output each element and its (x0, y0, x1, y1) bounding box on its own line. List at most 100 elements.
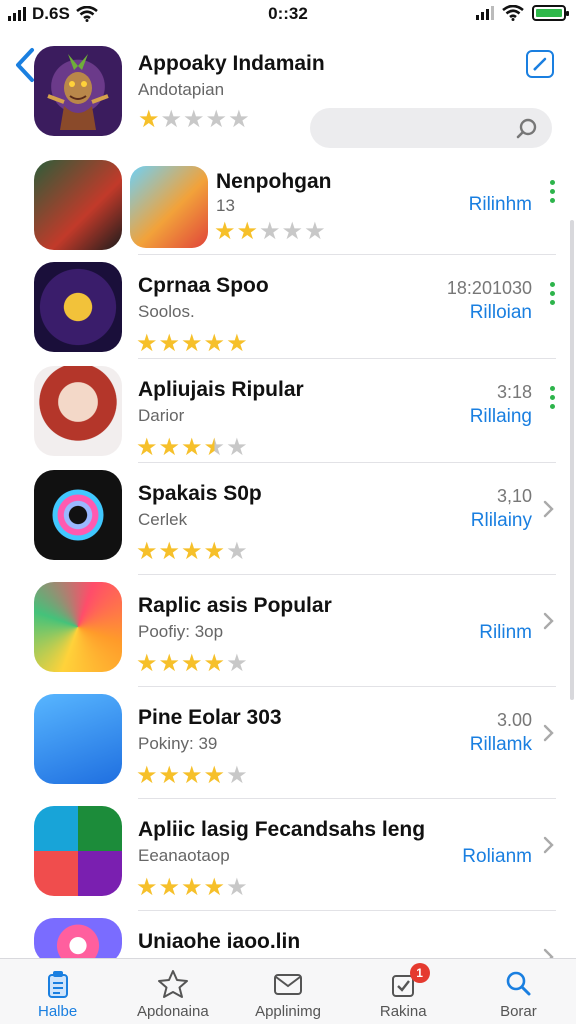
app-subtitle: Poofiy: 3op (138, 622, 224, 641)
app-list-row[interactable]: Pine Eolar 303 Pokiny: 39 ★ ★ ★ ★ ★ 3.00 Rillamk (0, 694, 576, 799)
app-list-row[interactable]: Spakais S0p Cerlek ★ ★ ★ ★ ★ 3,10 Rlilainy (0, 470, 576, 575)
search-icon (507, 971, 531, 996)
rating-star-icon: ★ (304, 218, 326, 245)
tab-updates[interactable]: 1 Rakina (346, 959, 461, 1024)
chevron-right-icon[interactable] (542, 612, 554, 630)
app-rating: ★ ★ ★ ★ ★ (136, 332, 248, 356)
tab-messages[interactable]: Applinimg (230, 959, 345, 1024)
featured-app-subtitle: Andotapian (138, 80, 225, 99)
chevron-right-icon[interactable] (542, 724, 554, 742)
more-options-icon[interactable] (550, 282, 556, 309)
star-icon (157, 970, 188, 998)
rating-star-icon: ★ (158, 434, 181, 461)
battery-icon (532, 5, 569, 21)
rating-star-icon: ★ (203, 762, 226, 789)
app-title: Nenpohgan (216, 170, 332, 193)
scrollbar[interactable] (570, 220, 574, 700)
row-divider (138, 462, 556, 463)
app-subtitle: Pokiny: 39 (138, 734, 218, 753)
rating-star-icon: ★ (181, 434, 203, 461)
signal-icon-right (476, 6, 494, 20)
app-title: Uniaohe iaoo.lin (138, 930, 301, 953)
rating-star-icon: ★ (181, 762, 203, 789)
tab-label: Halbe (38, 1003, 78, 1020)
tab-search[interactable]: Borar (461, 959, 576, 1024)
app-icon[interactable] (34, 582, 122, 672)
edit-icon[interactable] (526, 50, 554, 78)
more-options-icon[interactable] (550, 386, 556, 413)
rating-star-icon: ★ (181, 650, 203, 677)
tab-label: Rakina (379, 1003, 427, 1020)
app-title: Apliic lasig Fecandsahs leng (138, 818, 426, 841)
row-divider (138, 574, 556, 575)
rating-star-icon: ★ (136, 650, 158, 677)
app-meta: 3:18 (496, 382, 532, 402)
tab-label: Applinimg (255, 1003, 321, 1020)
get-button[interactable]: Rilinm (479, 622, 532, 644)
app-icon[interactable] (34, 694, 122, 784)
app-meta: 3.00 (496, 710, 532, 730)
rating-star-icon: ★ (259, 218, 281, 245)
rating-star-icon: ★ (214, 218, 236, 245)
get-button[interactable]: Rillaing (470, 406, 532, 428)
rating-star-icon: ★ (160, 106, 183, 133)
get-button[interactable]: Rilinhm (469, 194, 532, 216)
rating-star-icon: ★ (136, 762, 158, 789)
rating-star-icon: ★ (138, 106, 160, 133)
app-rating: ★ ★ ★ ★ ★ (136, 436, 248, 460)
search-input[interactable] (310, 108, 552, 148)
chevron-right-icon[interactable] (542, 500, 554, 518)
chevron-right-icon[interactable] (542, 836, 554, 854)
search-icon[interactable] (516, 117, 538, 139)
status-bar: D.6S 0::32 (0, 0, 576, 30)
mail-icon (274, 974, 302, 995)
more-options-icon[interactable] (550, 180, 556, 207)
rating-star-icon: ★ (158, 330, 181, 357)
rating-star-icon: ★ (183, 106, 205, 133)
get-button[interactable]: Rillamk (470, 734, 532, 756)
app-icon[interactable] (34, 262, 122, 352)
rating-star-icon: ★ (136, 330, 158, 357)
rating-star-icon: ★ (181, 538, 203, 565)
rating-star-icon: ★ (226, 330, 248, 357)
app-icon[interactable] (34, 806, 122, 896)
app-meta: 3,10 (496, 486, 532, 506)
rating-star-icon: ★ (203, 330, 226, 357)
app-icon[interactable] (34, 160, 122, 250)
app-list-row[interactable]: Apliic lasig Fecandsahs leng Eeanaotaop ★ ★… (0, 806, 576, 911)
app-list-row[interactable]: Raplic asis Popular Poofiy: 3op ★ ★ ★ ★ ★ Rilin… (0, 582, 576, 687)
tab-bar: Halbe Apdonaina Applinimg 1 Rakina Borar (0, 958, 576, 1024)
app-title: Cprnaa Spoo (138, 274, 269, 297)
rating-star-icon: ★ (158, 874, 181, 901)
today-icon (47, 971, 68, 998)
app-list-row[interactable]: Nenpohgan 13 ★ ★ ★ ★ ★ Rilinhm (0, 160, 576, 264)
featured-app-icon[interactable] (34, 46, 122, 136)
app-icon[interactable] (34, 470, 122, 560)
rating-star-icon: ★ (226, 874, 248, 901)
get-button[interactable]: Rolianm (462, 846, 532, 868)
app-icon[interactable] (34, 366, 122, 456)
rating-star-icon: ★ (226, 434, 248, 461)
tab-today[interactable]: Halbe (0, 959, 115, 1024)
rating-star-icon: ★ (136, 538, 158, 565)
rating-star-icon: ★ (236, 218, 259, 245)
get-button[interactable]: Rilloian (470, 302, 532, 324)
rating-star-icon: ★ (203, 434, 226, 461)
tab-apps[interactable]: Apdonaina (115, 959, 230, 1024)
app-rating: ★ ★ ★ ★ ★ (136, 652, 248, 676)
app-icon-secondary[interactable] (130, 166, 208, 248)
rating-star-icon: ★ (158, 650, 181, 677)
featured-app-title: Appoaky Indamain (138, 52, 325, 75)
app-title: Pine Eolar 303 (138, 706, 282, 729)
get-button[interactable]: Rlilainy (471, 510, 532, 532)
app-title: Spakais S0p (138, 482, 262, 505)
app-list-row[interactable]: Cprnaa Spoo Soolos. ★ ★ ★ ★ ★ 18:201030 Rilloian (0, 262, 576, 366)
row-divider (138, 358, 556, 359)
app-list-row[interactable]: Apliujais Ripular Darior ★ ★ ★ ★ ★ 3:18 Rillaing (0, 366, 576, 470)
rating-star-icon: ★ (203, 874, 226, 901)
app-rating: ★ ★ ★ ★ ★ (214, 220, 326, 244)
tab-label: Borar (500, 1003, 537, 1020)
row-divider (138, 910, 556, 911)
updates-badge: 1 (409, 963, 430, 983)
rating-star-icon: ★ (205, 106, 228, 133)
